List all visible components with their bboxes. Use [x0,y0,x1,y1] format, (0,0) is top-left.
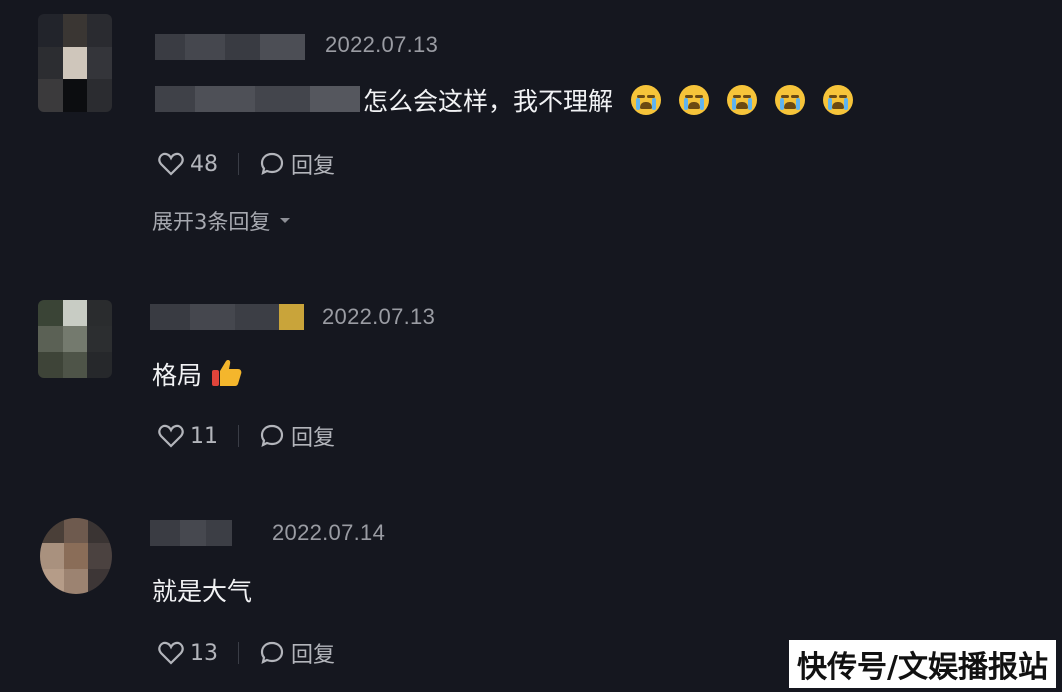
comment-text-content: 就是大气 [152,577,253,606]
comment-text-content: 怎么会这样，我不理解 [363,87,614,116]
reply-label: 回复 [291,154,336,179]
comment-text-content: 格局 [152,361,203,390]
like-button[interactable]: 11 [158,424,218,449]
thumbs-up-icon [212,360,242,386]
like-button[interactable]: 13 [158,641,218,666]
divider [238,153,239,175]
crying-face-icon [823,85,854,115]
comment-date: 2022.07.14 [272,520,386,545]
chat-bubble-icon [260,641,284,665]
like-count: 11 [190,423,218,449]
reply-button[interactable]: 回复 [259,637,335,669]
like-count: 48 [190,151,218,177]
avatar[interactable] [40,518,112,594]
caret-down-icon [280,218,291,223]
reply-button[interactable]: 回复 [259,148,335,180]
comment-date: 2022.07.13 [325,32,439,57]
reply-label: 回复 [291,426,336,451]
username-blurred[interactable] [155,34,305,60]
comment-text: 格局 [152,356,244,392]
comment-actions: 48 回复 [158,148,335,180]
like-button[interactable]: 48 [158,152,218,177]
comment-actions: 13 回复 [158,637,335,669]
chat-bubble-icon [260,152,284,176]
reply-button[interactable]: 回复 [259,420,335,452]
username-blurred-line [155,86,360,112]
heart-icon [158,152,184,176]
crying-face-icon [775,85,806,115]
heart-icon [158,424,184,448]
reply-label: 回复 [291,643,336,668]
watermark: 快传号/文娱播报站 [789,640,1056,688]
divider [238,642,239,664]
heart-icon [158,641,184,665]
expand-replies-button[interactable]: 展开3条回复 [152,206,292,236]
expand-replies-label: 展开3条回复 [152,210,271,234]
username-blurred[interactable] [150,304,304,330]
comment-actions: 11 回复 [158,420,335,452]
divider [238,425,239,447]
comment-date: 2022.07.13 [322,304,436,329]
comment-text: 怎么会这样，我不理解 [363,82,854,118]
avatar[interactable] [38,14,112,112]
avatar[interactable] [38,300,112,378]
crying-face-icon [679,85,710,115]
comment-text: 就是大气 [152,572,252,608]
crying-face-icon [631,85,662,115]
username-blurred[interactable] [150,520,232,546]
like-count: 13 [190,640,218,666]
chat-bubble-icon [260,424,284,448]
crying-face-icon [727,85,758,115]
